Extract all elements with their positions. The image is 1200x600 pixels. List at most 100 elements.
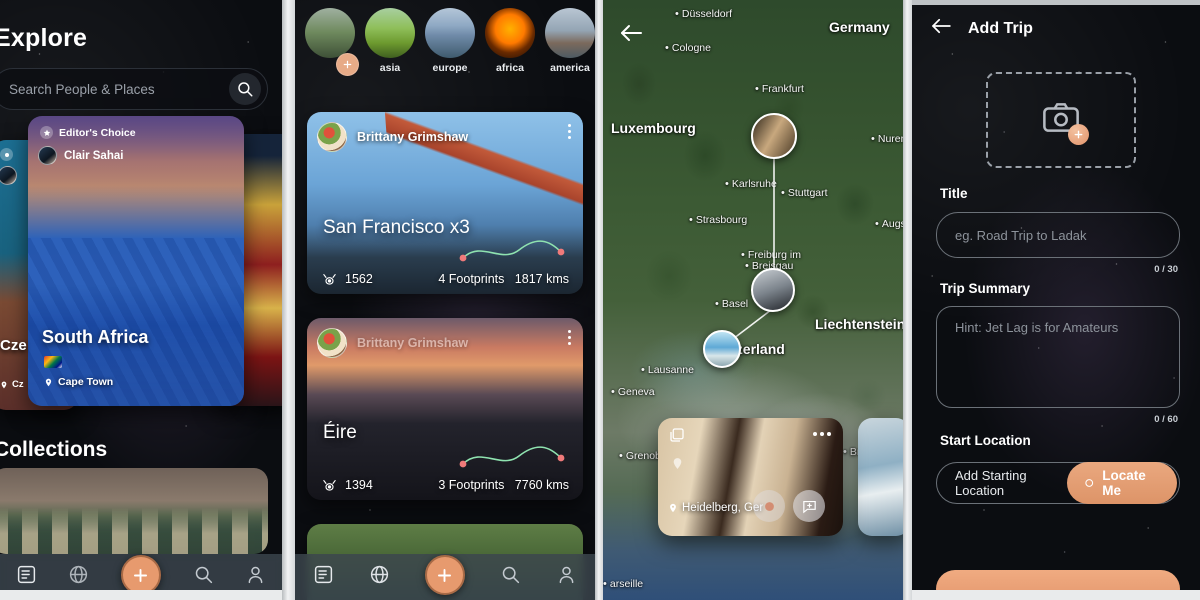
more-dots-icon[interactable] [813,432,831,436]
map-photo-card-next[interactable] [858,418,903,536]
summary-placeholder: Hint: Jet Lag is for Amateurs [955,320,1119,335]
summary-field-label: Trip Summary [940,281,1031,296]
sidebar-item-search[interactable] [193,564,214,590]
photo-upload-dropzone[interactable] [986,72,1136,168]
story-label: asia [379,62,401,74]
layers-icon[interactable] [668,426,686,444]
featured-card-author[interactable]: Clair Sahai [38,146,123,165]
star-icon [40,126,53,139]
status-bar [912,0,1200,5]
location-pin-icon [1,381,7,388]
story-carousel[interactable]: asia europe africa america [295,8,595,76]
view-count: 1394 [321,478,373,492]
distance-value: 7760 kms [514,478,569,492]
view-count: 1562 [321,272,373,286]
more-options-icon[interactable] [568,330,571,345]
locate-me-label: Locate Me [1102,468,1146,498]
map-pin-photo[interactable] [751,268,795,312]
map-pin-photo[interactable] [751,113,797,159]
add-comment-icon [802,500,816,513]
panel-gap [282,0,295,600]
featured-card-carousel[interactable]: Cze Cz Editor's Choice Clair Sahai South… [0,112,282,422]
feed-card-place: Éire [323,422,357,443]
country-flag-icon [44,356,62,368]
sidebar-item-feed[interactable] [16,564,37,590]
explore-screen: Explore Search People & Places Cze Cz Ed… [0,0,282,600]
map-pin-photo[interactable] [703,330,741,368]
footprint-icon [323,479,336,491]
map-photo-card[interactable]: Heidelberg, Ger [658,418,843,536]
add-trip-button[interactable] [120,555,161,595]
distance-value: 1817 kms [514,272,569,286]
location-pin-icon [673,458,682,469]
story-item-america[interactable]: america [545,8,595,74]
feed-card[interactable]: Brittany Grimshaw Éire 1394 3 Footprints [307,318,583,500]
sidebar-item-search[interactable] [500,564,521,590]
summary-input[interactable]: Hint: Jet Lag is for Amateurs [936,306,1180,408]
map-label: arseille [603,578,643,590]
story-item-europe[interactable]: europe [425,8,475,74]
footprints-count: 3 Footprints [438,478,505,492]
feed-screen: asia europe africa america Brittany Grim… [295,0,595,600]
collection-card[interactable] [0,468,268,554]
map-label: Düsseldorf [675,8,732,20]
feed-card-stats: 1562 4 Footprints 1817 kms [307,272,583,286]
view-count-value: 1562 [345,272,373,286]
comment-button[interactable] [793,490,825,522]
featured-card[interactable]: Editor's Choice Clair Sahai South Africa… [28,116,244,406]
carousel-card-location-text: Cz [12,379,24,390]
crosshair-icon [1085,479,1093,487]
story-item-africa[interactable]: africa [485,8,535,74]
search-input[interactable]: Search People & Places [0,68,268,110]
story-label: america [550,62,590,74]
map-label: Stuttgart [781,187,828,199]
title-field-label: Title [940,186,968,201]
locate-me-button[interactable]: Locate Me [1066,462,1177,504]
feed-icon [314,565,332,584]
profile-icon [559,566,574,584]
screenshot-stage: Explore Search People & Places Cze Cz Ed… [0,0,1200,600]
back-button[interactable] [619,24,643,47]
reaction-button[interactable] [753,490,785,522]
map-label: Augsbu [875,218,903,230]
search-icon[interactable] [229,73,261,105]
add-story-icon[interactable] [336,53,359,76]
plus-icon [1074,130,1083,138]
panel-gap [595,0,603,600]
editors-choice-label: Editor's Choice [59,126,136,139]
story-item-asia[interactable]: asia [365,8,415,74]
story-item-me[interactable] [305,8,359,76]
add-photo-icon[interactable] [1068,123,1089,145]
sidebar-item-globe[interactable] [369,564,390,590]
view-count-value: 1394 [345,478,373,492]
feed-card[interactable]: Brittany Grimshaw San Francisco x3 1562 … [307,112,583,294]
title-input[interactable]: eg. Road Trip to Ladak [936,212,1180,258]
sidebar-item-feed[interactable] [313,564,334,590]
sidebar-item-profile[interactable] [556,564,577,590]
story-label: africa [495,62,525,74]
sidebar-item-profile[interactable] [245,564,266,590]
start-location-input[interactable]: Add Starting Location Locate Me [936,462,1180,504]
more-options-icon[interactable] [568,124,571,139]
story-thumbnail [365,8,415,58]
editors-choice-badge: Editor's Choice [40,126,136,139]
screen-header: Add Trip [930,18,1033,39]
trip-map-screen[interactable]: Düsseldorf Germany Cologne Frankfurt Lux… [603,0,903,600]
map-label: Liechtenstein [815,316,903,332]
feed-card-place: San Francisco x3 [323,217,470,238]
sidebar-item-globe[interactable] [68,564,89,590]
camera-icon-wrap [1042,102,1089,145]
add-trip-button[interactable] [424,555,465,595]
home-indicator-bar [912,590,1200,600]
add-trip-screen: Add Trip Title eg. Road Trip to Ladak 0 … [912,0,1200,600]
map-label: Germany [829,19,890,35]
map-card-location-text: Heidelberg, Ger [682,502,764,514]
story-thumbnail [545,8,595,58]
story-label: europe [432,62,468,74]
feed-card-author[interactable]: Brittany Grimshaw [317,122,468,152]
editors-choice-icon [0,148,13,161]
feed-card-author[interactable]: Brittany Grimshaw [317,328,468,358]
heart-icon [764,501,774,511]
back-button[interactable] [930,18,952,39]
map-label: Karlsruhe [725,178,777,190]
